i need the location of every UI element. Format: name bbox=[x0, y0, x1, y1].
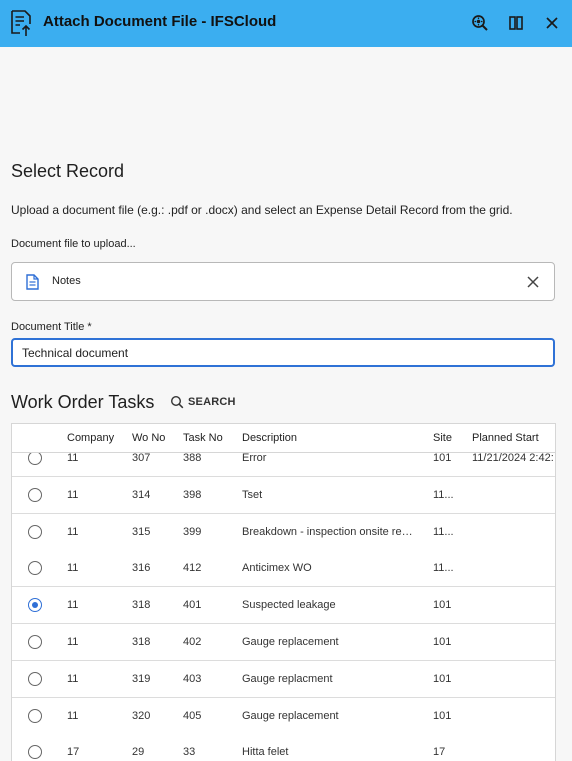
column-header-company[interactable]: Company bbox=[67, 432, 114, 444]
search-icon bbox=[170, 395, 184, 409]
cell-description: Anticimex WO bbox=[242, 562, 312, 575]
table-row[interactable]: 17 29 33 Hitta felet 17 bbox=[12, 734, 555, 761]
cell-task-no: 398 bbox=[183, 488, 202, 501]
cell-site: 101 bbox=[433, 599, 452, 612]
table-row[interactable]: 11 315 399 Breakdown - inspection onsite re… bbox=[12, 513, 555, 551]
cell-site: 17 bbox=[433, 746, 446, 759]
cell-wo-no: 320 bbox=[132, 709, 151, 722]
cell-wo-no: 315 bbox=[132, 525, 151, 538]
cell-task-no: 33 bbox=[183, 746, 196, 759]
cell-planned-start: 11/21/2024 2:42: bbox=[472, 452, 554, 464]
cell-task-no: 402 bbox=[183, 636, 202, 648]
cell-company: 11 bbox=[67, 488, 79, 501]
column-header-description[interactable]: Description bbox=[242, 432, 416, 444]
row-radio[interactable] bbox=[28, 561, 42, 576]
column-header-task-no[interactable]: Task No bbox=[183, 432, 223, 444]
cell-description: Gauge replacment bbox=[242, 672, 333, 685]
cell-site: 101 bbox=[433, 672, 452, 685]
document-title-label: Document Title * bbox=[11, 321, 92, 333]
cell-description: Breakdown - inspection onsite req... bbox=[242, 525, 416, 538]
grid-header: Company Wo No Task No Description Site P… bbox=[12, 424, 555, 453]
cell-wo-no: 307 bbox=[132, 452, 151, 464]
cell-task-no: 388 bbox=[183, 452, 202, 464]
cell-wo-no: 29 bbox=[132, 746, 145, 759]
cell-wo-no: 318 bbox=[132, 636, 151, 648]
cell-site: 11... bbox=[433, 562, 454, 575]
cell-task-no: 412 bbox=[183, 562, 202, 575]
cell-company: 11 bbox=[67, 562, 79, 575]
close-icon bbox=[546, 17, 558, 29]
table-row[interactable]: 11 316 412 Anticimex WO 11... bbox=[12, 550, 555, 588]
search-button[interactable]: SEARCH bbox=[170, 395, 236, 409]
cell-company: 11 bbox=[67, 525, 79, 538]
cell-description: Gauge replacement bbox=[242, 709, 339, 722]
split-view-icon bbox=[509, 16, 523, 30]
window-title: Attach Document File - IFSCloud bbox=[43, 13, 277, 30]
cell-wo-no: 319 bbox=[132, 672, 151, 685]
section-title: Select Record bbox=[11, 161, 125, 181]
cell-company: 11 bbox=[67, 672, 79, 685]
cell-description: Tset bbox=[242, 488, 263, 501]
cell-wo-no: 314 bbox=[132, 488, 151, 501]
row-radio[interactable] bbox=[28, 524, 42, 539]
cell-description: Suspected leakage bbox=[242, 599, 336, 612]
clear-icon bbox=[527, 276, 539, 288]
title-bar: Attach Document File - IFSCloud bbox=[0, 0, 572, 47]
column-header-planned-start[interactable]: Planned Start bbox=[472, 432, 555, 444]
cell-description: Error bbox=[242, 452, 267, 464]
clear-file-button[interactable] bbox=[524, 273, 542, 291]
cell-site: 11... bbox=[433, 488, 454, 501]
work-order-tasks-grid: 11 307 388 Error 101 11/21/2024 2:42: 11 314 398… bbox=[11, 423, 556, 761]
row-radio[interactable] bbox=[28, 745, 42, 760]
cell-company: 17 bbox=[67, 746, 80, 759]
search-button-label: SEARCH bbox=[188, 396, 236, 408]
table-row[interactable]: 11 318 402 Gauge replacement 101 bbox=[12, 624, 555, 661]
row-radio[interactable] bbox=[28, 451, 42, 465]
table-row[interactable]: 11 320 405 Gauge replacement 101 bbox=[12, 697, 555, 735]
table-row[interactable]: 11 318 401 Suspected leakage 101 bbox=[12, 587, 555, 625]
cell-wo-no: 318 bbox=[132, 599, 151, 612]
row-radio-selected[interactable] bbox=[28, 598, 42, 613]
row-radio[interactable] bbox=[28, 708, 42, 723]
cell-site: 101 bbox=[433, 452, 452, 464]
document-title-input[interactable] bbox=[11, 338, 555, 367]
cell-description: Hitta felet bbox=[242, 746, 289, 759]
document-upload-icon bbox=[9, 9, 35, 37]
column-header-site[interactable]: Site bbox=[433, 432, 452, 444]
file-upload-label: Document file to upload... bbox=[11, 238, 136, 250]
cell-site: 11... bbox=[433, 525, 454, 538]
cell-company: 11 bbox=[67, 636, 79, 648]
row-radio[interactable] bbox=[28, 487, 42, 502]
cell-site: 101 bbox=[433, 709, 452, 722]
selected-file-name: Notes bbox=[52, 275, 81, 287]
cell-task-no: 405 bbox=[183, 709, 202, 722]
split-view-button[interactable] bbox=[504, 11, 528, 35]
zoom-search-button[interactable] bbox=[468, 11, 492, 35]
zoom-search-icon bbox=[472, 15, 488, 31]
cell-task-no: 399 bbox=[183, 525, 202, 538]
cell-task-no: 401 bbox=[183, 599, 202, 612]
row-radio[interactable] bbox=[28, 635, 42, 649]
cell-company: 11 bbox=[67, 709, 79, 722]
cell-site: 101 bbox=[433, 636, 452, 648]
file-upload-field[interactable]: Notes bbox=[11, 262, 555, 301]
row-radio[interactable] bbox=[28, 671, 42, 686]
attach-document-dialog: Attach Document File - IFSCloud Select R… bbox=[0, 0, 572, 761]
cell-description: Gauge replacement bbox=[242, 636, 339, 648]
file-icon bbox=[26, 274, 39, 295]
instructions-text: Upload a document file (e.g.: .pdf or .d… bbox=[11, 203, 513, 217]
cell-task-no: 403 bbox=[183, 672, 202, 685]
close-window-button[interactable] bbox=[540, 11, 564, 35]
cell-company: 11 bbox=[67, 452, 79, 464]
cell-company: 11 bbox=[67, 599, 79, 612]
grid-title: Work Order Tasks bbox=[11, 392, 155, 412]
table-row[interactable]: 11 319 403 Gauge replacment 101 bbox=[12, 660, 555, 698]
column-header-wo-no[interactable]: Wo No bbox=[132, 432, 165, 444]
cell-wo-no: 316 bbox=[132, 562, 151, 575]
table-row[interactable]: 11 314 398 Tset 11... bbox=[12, 476, 555, 514]
